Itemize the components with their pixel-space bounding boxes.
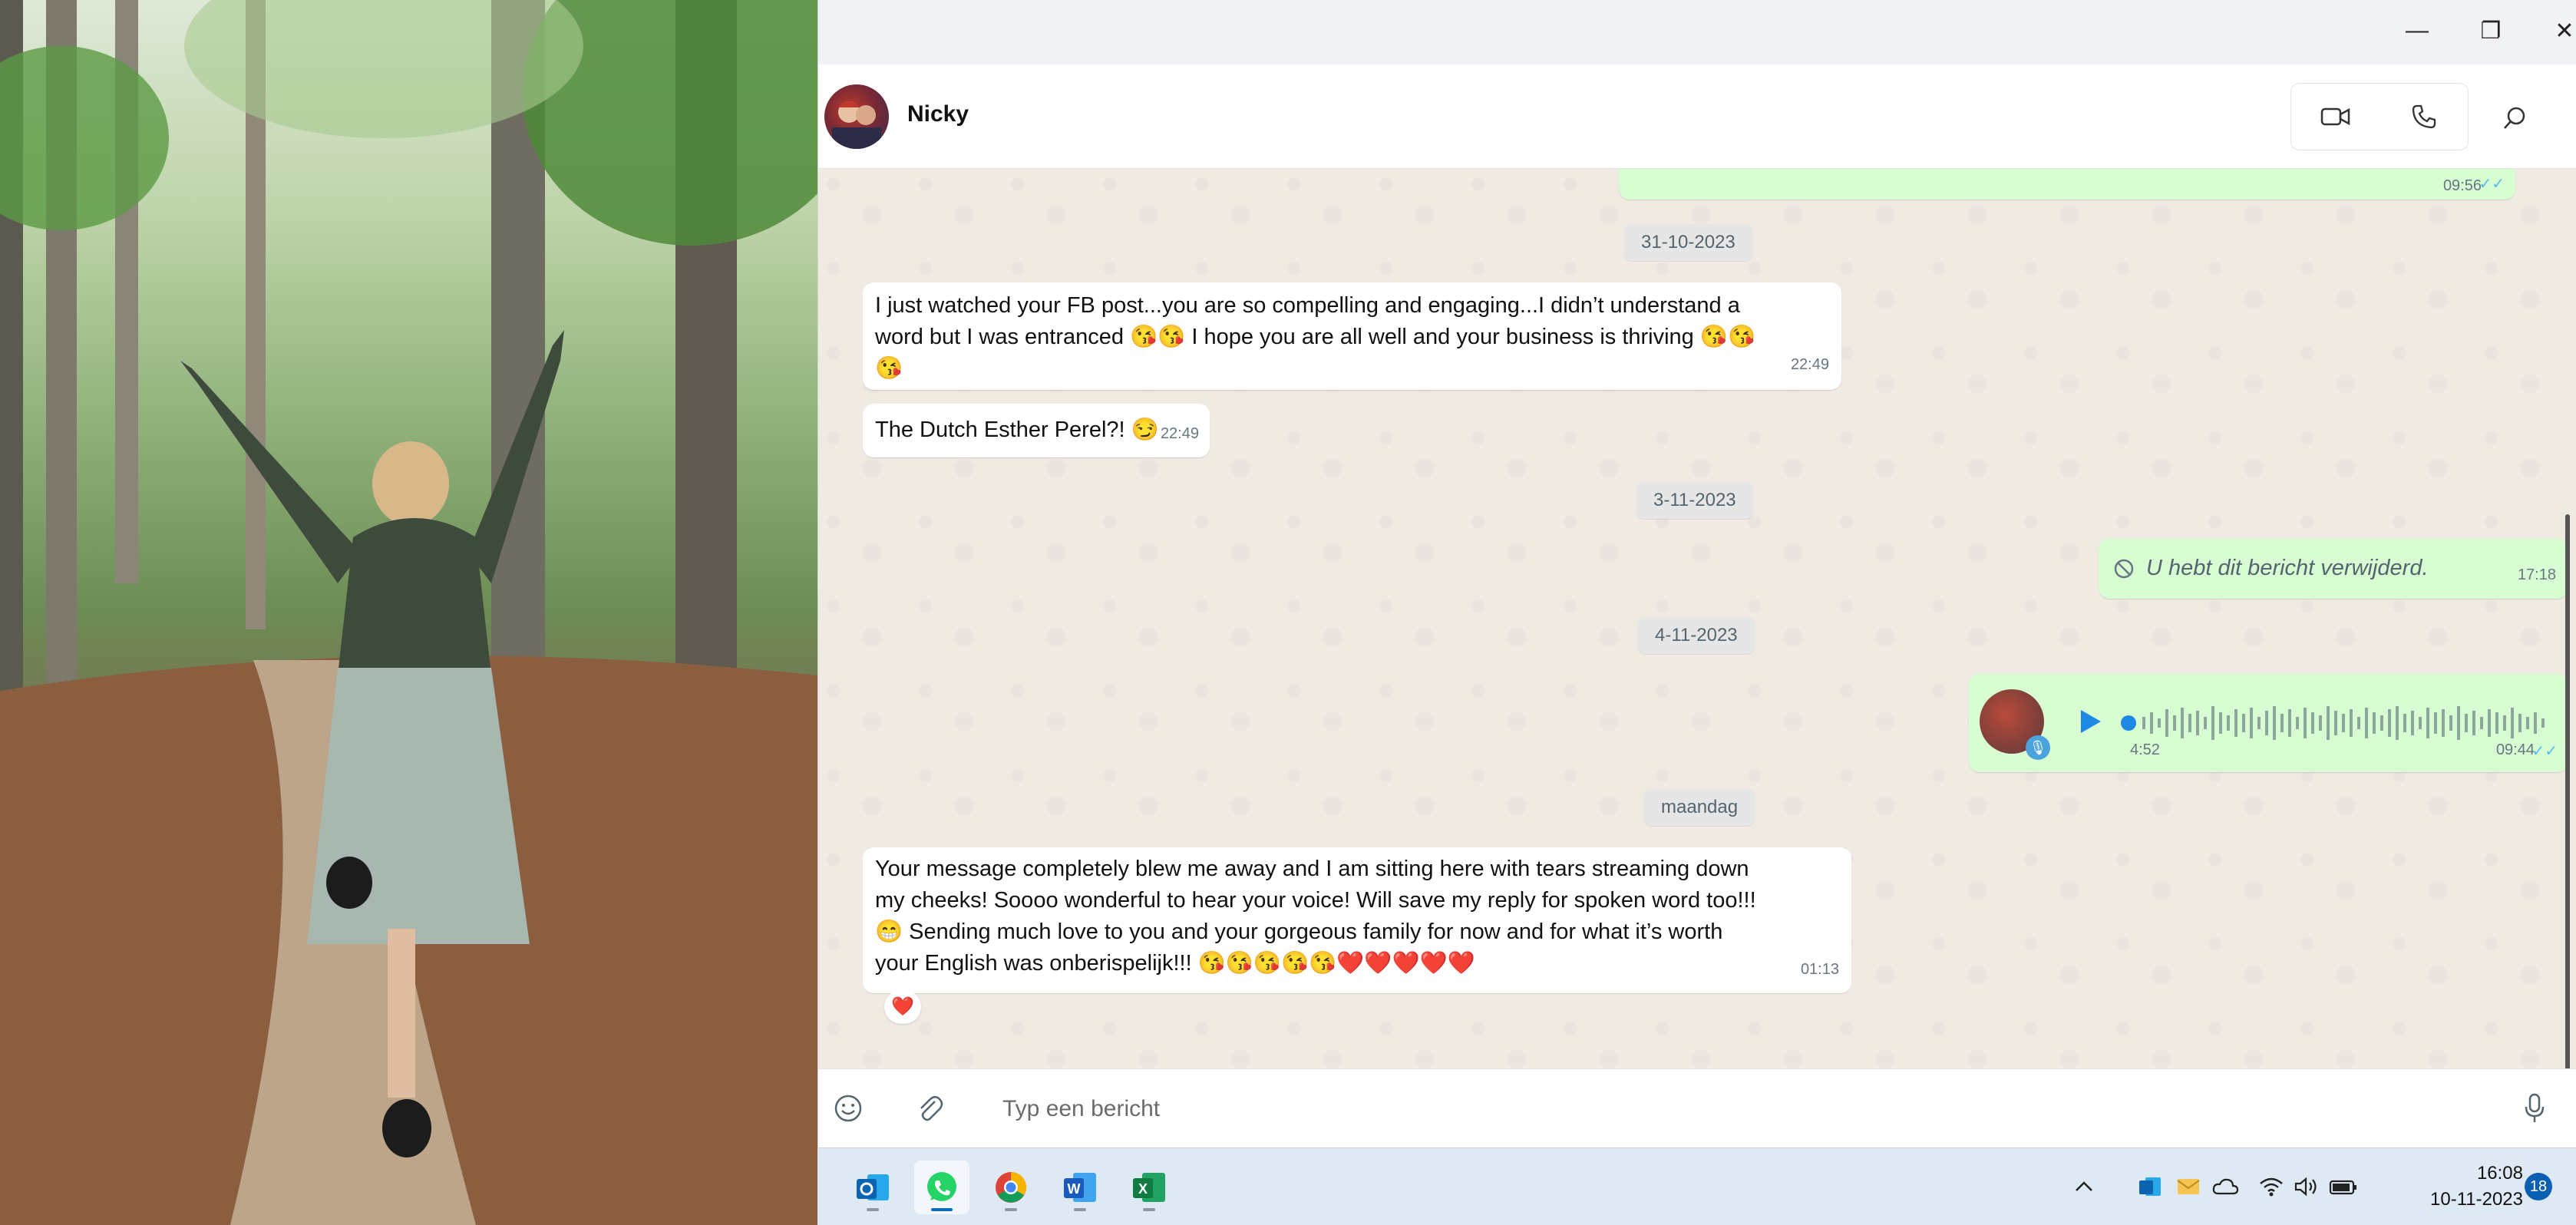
voice-call-button[interactable]	[2379, 84, 2468, 150]
voice-waveform[interactable]	[2121, 702, 2551, 745]
contact-avatar[interactable]	[824, 84, 889, 149]
forest-photo	[0, 0, 817, 1225]
message-time: 22:49	[1790, 356, 1829, 373]
taskbar-excel[interactable]: X	[1121, 1161, 1177, 1214]
search-icon	[2504, 107, 2525, 129]
chevron-up-icon[interactable]	[2069, 1171, 2099, 1202]
message-line: my cheeks! Soooo wonderful to hear your …	[875, 888, 1756, 913]
message-line: Your message completely blew me away and…	[875, 857, 1749, 881]
close-button[interactable]: ✕	[2539, 9, 2576, 52]
message-line: 😘	[875, 356, 903, 381]
outlook-icon	[857, 1174, 889, 1200]
message-time: 09:44	[2495, 741, 2535, 758]
search-button[interactable]	[2492, 95, 2538, 141]
excel-icon: X	[1133, 1173, 1165, 1202]
desktop-wallpaper	[0, 0, 817, 1225]
word-icon: W	[1064, 1173, 1096, 1202]
mail-tray-icon[interactable]	[2173, 1171, 2204, 1202]
incoming-message[interactable]: The Dutch Esther Perel?! 😏 22:49	[863, 404, 1210, 457]
read-ticks-icon: ✓✓	[2479, 176, 2505, 193]
microphone-badge-icon: 🎙	[2026, 735, 2050, 760]
date-separator: 31-10-2023	[1624, 224, 1752, 261]
taskbar-outlook[interactable]	[845, 1161, 900, 1214]
battery-icon[interactable]	[2328, 1171, 2359, 1202]
contact-name[interactable]: Nicky	[907, 101, 969, 127]
message-input[interactable]	[1002, 1085, 2461, 1134]
clock[interactable]: 16:08 10-11-2023	[2404, 1161, 2523, 1213]
emoji-icon[interactable]	[834, 1094, 863, 1123]
prohibited-icon	[2114, 559, 2134, 579]
message-time: 17:18	[2517, 566, 2556, 583]
taskbar-whatsapp[interactable]	[914, 1161, 969, 1214]
date-separator: 4-11-2023	[1638, 617, 1755, 654]
message-time: 22:49	[1160, 425, 1199, 442]
whatsapp-window: — ❐ ✕ Nicky 09:56 ✓✓ 31-10-2023 I just w…	[817, 0, 2576, 1147]
taskbar-word[interactable]: W	[1052, 1161, 1108, 1214]
messages-area[interactable]: 09:56 ✓✓ 31-10-2023 I just watched your …	[818, 169, 2576, 1068]
incoming-message[interactable]: I just watched your FB post...you are so…	[863, 282, 1841, 390]
message-reaction[interactable]: ❤️	[884, 990, 921, 1024]
voice-duration: 4:52	[2130, 741, 2160, 758]
message-composer	[818, 1068, 2576, 1147]
message-time: 01:13	[1800, 961, 1839, 978]
microphone-icon[interactable]	[2522, 1092, 2547, 1124]
messages-scrollbar[interactable]	[2565, 514, 2570, 1068]
date-separator: 3-11-2023	[1636, 482, 1753, 519]
deleted-message-text: U hebt dit bericht verwijderd.	[2146, 556, 2429, 580]
taskbar: W X 16:08 10-11-2023 18	[817, 1147, 2576, 1225]
whatsapp-icon	[927, 1172, 956, 1201]
wifi-icon[interactable]	[2256, 1171, 2287, 1202]
message-line: 😁 Sending much love to you and your gorg…	[875, 920, 1723, 944]
video-call-button[interactable]	[2291, 84, 2379, 150]
title-bar: — ❐ ✕	[818, 0, 2576, 64]
cloud-icon[interactable]	[2210, 1171, 2241, 1202]
voice-message[interactable]: 🎙 4:52 09:44 ✓✓	[1969, 674, 2568, 772]
paperclip-icon[interactable]	[915, 1094, 944, 1123]
notification-badge[interactable]: 18	[2525, 1173, 2552, 1200]
message-line: I just watched your FB post...you are so…	[875, 293, 1740, 318]
deleted-outgoing-message[interactable]: U hebt dit bericht verwijderd. 17:18	[2099, 539, 2568, 599]
date-separator: maandag	[1644, 789, 1755, 826]
read-ticks-icon: ✓✓	[2531, 743, 2558, 760]
svg-text:X: X	[1138, 1181, 1148, 1197]
chrome-icon	[996, 1172, 1026, 1203]
message-line: word but I was entranced 😘😘 I hope you a…	[875, 325, 1756, 349]
minimize-button[interactable]: —	[2392, 9, 2442, 52]
message-time: 09:56	[2442, 177, 2482, 194]
taskbar-chrome[interactable]	[983, 1161, 1039, 1214]
svg-text:W: W	[1068, 1181, 1081, 1197]
clock-date: 10-11-2023	[2430, 1189, 2523, 1210]
call-buttons-group	[2290, 83, 2469, 150]
video-camera-icon	[2320, 107, 2350, 126]
maximize-button[interactable]: ❐	[2465, 9, 2516, 52]
previous-outgoing-message[interactable]: 09:56 ✓✓	[1619, 169, 2515, 200]
phone-icon	[2412, 104, 2436, 129]
outlook-tray-icon[interactable]	[2135, 1171, 2165, 1202]
play-icon[interactable]	[2076, 708, 2104, 735]
message-text: The Dutch Esther Perel?! 😏	[875, 418, 1159, 442]
message-line: your English was onberispelijk!!! 😘😘😘😘😘❤…	[875, 951, 1475, 976]
clock-time: 16:08	[2476, 1163, 2523, 1184]
incoming-message[interactable]: Your message completely blew me away and…	[863, 847, 1851, 993]
chat-header: Nicky	[818, 64, 2576, 169]
volume-icon[interactable]	[2291, 1171, 2322, 1202]
